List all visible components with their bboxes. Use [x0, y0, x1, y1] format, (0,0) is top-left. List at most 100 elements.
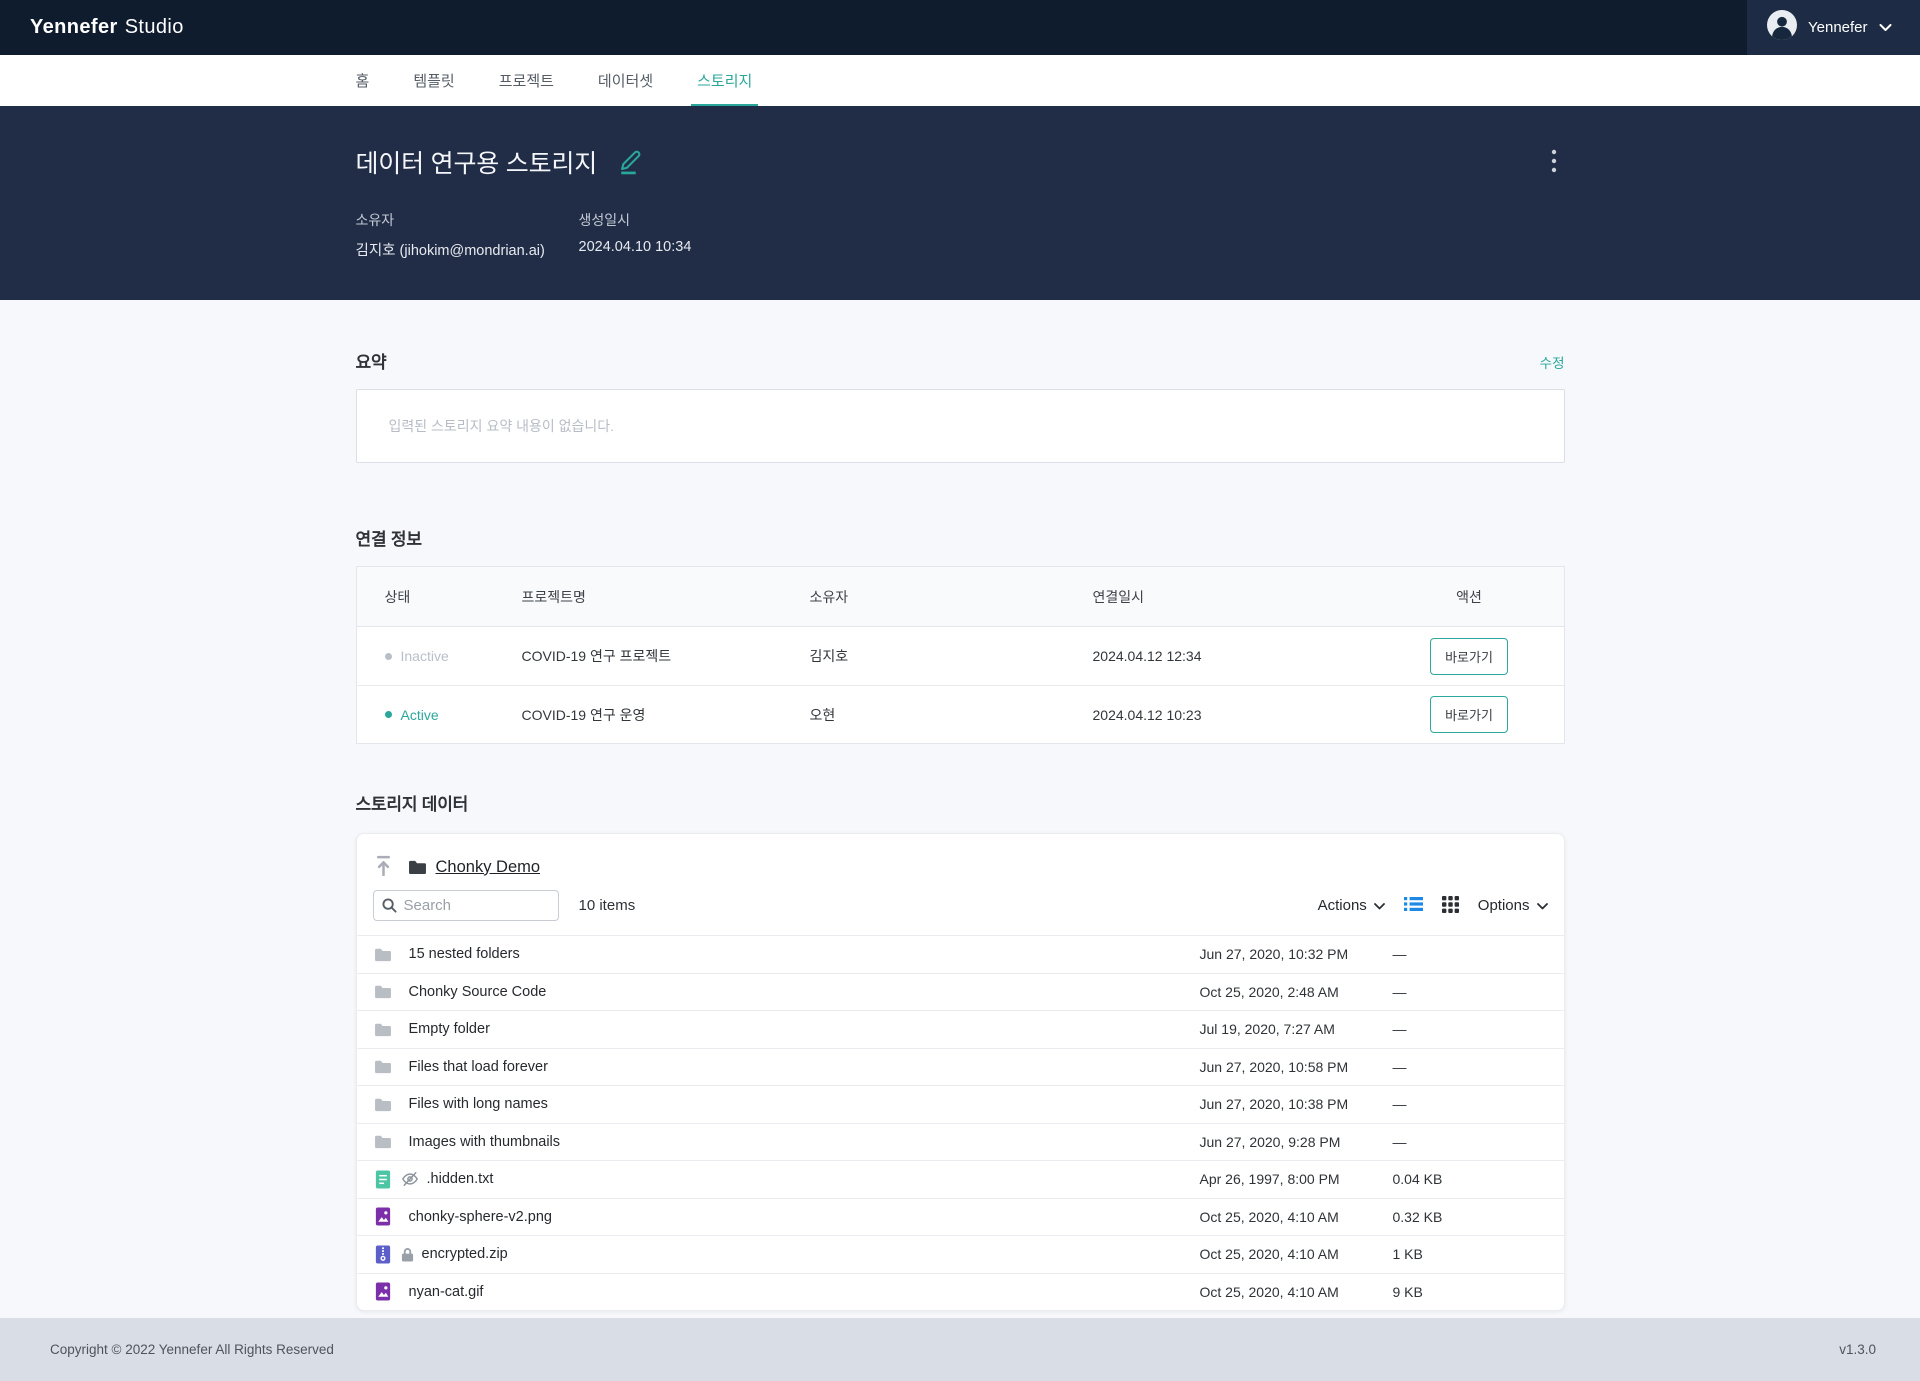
- file-date: Jun 27, 2020, 10:38 PM: [1200, 1096, 1393, 1112]
- file-size: —: [1393, 1134, 1548, 1150]
- file-name: Empty folder: [409, 1021, 1200, 1037]
- current-folder-icon: [408, 859, 427, 875]
- text-file-icon: [373, 1170, 393, 1189]
- file-name: chonky-sphere-v2.png: [409, 1209, 1200, 1225]
- connection-owner: 오현: [810, 705, 1093, 725]
- status-dot: [385, 653, 392, 660]
- summary-heading: 요약: [356, 348, 387, 373]
- connections-table-body: Inactive COVID-19 연구 프로젝트 김지호 2024.04.12…: [357, 627, 1564, 743]
- file-name: Files that load forever: [409, 1059, 1200, 1075]
- file-date: Oct 25, 2020, 4:10 AM: [1200, 1209, 1393, 1225]
- file-row[interactable]: Files that load forever Jun 27, 2020, 10…: [357, 1048, 1564, 1086]
- created-field: 생성일시 2024.04.10 10:34: [579, 210, 692, 260]
- col-action: 액션: [1403, 587, 1536, 607]
- list-view-toggle[interactable]: [1404, 896, 1423, 915]
- connections-section: 연결 정보 상태 프로젝트명 소유자 연결일시 액션 Inactive COVI…: [356, 463, 1565, 744]
- main-content: 요약 수정 입력된 스토리지 요약 내용이 없습니다. 연결 정보 상태 프로젝…: [0, 300, 1920, 1318]
- file-size: —: [1393, 1096, 1548, 1112]
- file-date: Jun 27, 2020, 9:28 PM: [1200, 1134, 1393, 1150]
- go-up-button[interactable]: [373, 853, 394, 881]
- file-row[interactable]: chonky-sphere-v2.png Oct 25, 2020, 4:10 …: [357, 1198, 1564, 1236]
- breadcrumb-folder-link[interactable]: Chonky Demo: [436, 858, 541, 877]
- file-name: encrypted.zip: [422, 1246, 1200, 1262]
- status-label: Active: [401, 707, 439, 723]
- lock-icon: [401, 1247, 414, 1262]
- col-project: 프로젝트명: [522, 587, 810, 607]
- actions-dropdown-button[interactable]: Actions: [1318, 897, 1385, 914]
- connections-table: 상태 프로젝트명 소유자 연결일시 액션 Inactive COVID-19 연…: [356, 566, 1565, 744]
- file-date: Oct 25, 2020, 4:10 AM: [1200, 1284, 1393, 1300]
- tab-2[interactable]: 템플릿: [413, 55, 454, 106]
- file-row[interactable]: 15 nested folders Jun 27, 2020, 10:32 PM…: [357, 935, 1564, 973]
- storage-data-section: 스토리지 데이터 Chonky Demo: [356, 744, 1565, 1311]
- file-row[interactable]: encrypted.zip Oct 25, 2020, 4:10 AM 1 KB: [357, 1235, 1564, 1273]
- connection-table-row: Inactive COVID-19 연구 프로젝트 김지호 2024.04.12…: [357, 627, 1564, 685]
- status-dot: [385, 711, 392, 718]
- file-size: 9 KB: [1393, 1284, 1548, 1300]
- connection-date: 2024.04.12 12:34: [1093, 648, 1403, 664]
- file-size: —: [1393, 984, 1548, 1000]
- folder-icon: [373, 947, 393, 962]
- tab-5[interactable]: 스토리지: [697, 55, 752, 106]
- file-name: Files with long names: [409, 1096, 1200, 1112]
- file-size: —: [1393, 1021, 1548, 1037]
- file-size: 0.04 KB: [1393, 1171, 1548, 1187]
- project-name: COVID-19 연구 운영: [522, 705, 810, 725]
- edit-title-button[interactable]: [615, 146, 642, 178]
- status-cell: Inactive: [385, 648, 522, 664]
- search-icon: [382, 898, 397, 918]
- go-to-project-button[interactable]: 바로가기: [1430, 638, 1508, 675]
- tab-1[interactable]: 홈: [356, 55, 370, 106]
- version-text: v1.3.0: [1839, 1342, 1876, 1357]
- tab-4[interactable]: 데이터셋: [598, 55, 653, 106]
- chevron-down-icon: [1879, 19, 1892, 37]
- file-name: nyan-cat.gif: [409, 1284, 1200, 1300]
- page-title: 데이터 연구용 스토리지: [356, 144, 598, 180]
- connections-table-header: 상태 프로젝트명 소유자 연결일시 액션: [357, 567, 1564, 627]
- storage-heading: 스토리지 데이터: [356, 790, 1565, 815]
- grid-view-toggle[interactable]: [1442, 896, 1459, 916]
- pencil-icon: [615, 146, 642, 178]
- file-list: 15 nested folders Jun 27, 2020, 10:32 PM…: [357, 935, 1564, 1310]
- file-size: 0.32 KB: [1393, 1209, 1548, 1225]
- brand-suffix: Studio: [125, 16, 184, 39]
- file-name: Images with thumbnails: [409, 1134, 1200, 1150]
- file-row[interactable]: Chonky Source Code Oct 25, 2020, 2:48 AM…: [357, 973, 1564, 1011]
- more-options-button[interactable]: [1543, 145, 1565, 180]
- image-file-icon: [373, 1207, 393, 1226]
- file-name: 15 nested folders: [409, 946, 1200, 962]
- created-label: 생성일시: [579, 210, 692, 230]
- owner-field: 소유자 김지호 (jihokim@mondrian.ai): [356, 210, 579, 260]
- status-cell: Active: [385, 707, 522, 723]
- summary-edit-link[interactable]: 수정: [1540, 352, 1565, 372]
- file-date: Apr 26, 1997, 8:00 PM: [1200, 1171, 1393, 1187]
- file-row[interactable]: nyan-cat.gif Oct 25, 2020, 4:10 AM 9 KB: [357, 1273, 1564, 1311]
- brand-logo[interactable]: Yennefer Studio: [30, 16, 184, 39]
- file-row[interactable]: Images with thumbnails Jun 27, 2020, 9:2…: [357, 1123, 1564, 1161]
- folder-icon: [373, 984, 393, 999]
- owner-label: 소유자: [356, 210, 579, 230]
- options-dropdown-button[interactable]: Options: [1478, 897, 1548, 914]
- go-to-project-button[interactable]: 바로가기: [1430, 696, 1508, 733]
- file-row[interactable]: .hidden.txt Apr 26, 1997, 8:00 PM 0.04 K…: [357, 1160, 1564, 1198]
- file-date: Oct 25, 2020, 4:10 AM: [1200, 1246, 1393, 1262]
- file-date: Oct 25, 2020, 2:48 AM: [1200, 984, 1393, 1000]
- file-row[interactable]: Files with long names Jun 27, 2020, 10:3…: [357, 1085, 1564, 1123]
- top-navbar: Yennefer Studio Yennefer: [0, 0, 1920, 55]
- user-menu-button[interactable]: Yennefer: [1747, 0, 1920, 55]
- connection-table-row: Active COVID-19 연구 운영 오현 2024.04.12 10:2…: [357, 685, 1564, 743]
- eye-slash-icon: [401, 1171, 419, 1187]
- main-tabbar: 홈 템플릿 프로젝트 데이터셋 스토리지: [0, 55, 1920, 106]
- file-row[interactable]: Empty folder Jul 19, 2020, 7:27 AM —: [357, 1010, 1564, 1048]
- tab-3[interactable]: 프로젝트: [499, 55, 554, 106]
- image-file-icon: [373, 1282, 393, 1301]
- summary-section: 요약 수정 입력된 스토리지 요약 내용이 없습니다.: [356, 300, 1565, 463]
- chevron-down-icon: [1374, 897, 1385, 914]
- search-input[interactable]: [373, 890, 559, 921]
- file-size: 1 KB: [1393, 1246, 1548, 1262]
- project-name: COVID-19 연구 프로젝트: [522, 646, 810, 666]
- storage-hero: 데이터 연구용 스토리지 소유자 김지호: [0, 106, 1920, 300]
- file-date: Jun 27, 2020, 10:32 PM: [1200, 946, 1393, 962]
- avatar: [1767, 10, 1797, 45]
- grid-view-icon: [1442, 896, 1459, 916]
